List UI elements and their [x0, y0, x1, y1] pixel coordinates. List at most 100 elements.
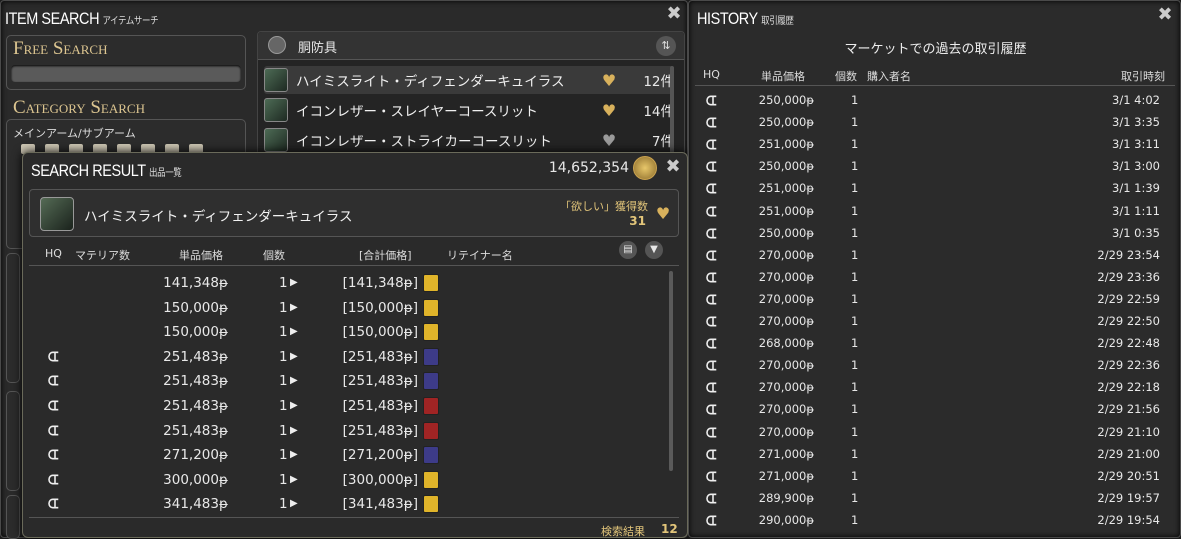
trade-time: 2/29 22:50 — [1097, 314, 1160, 328]
favorite-heart-icon[interactable]: ♥ — [594, 71, 624, 90]
history-row: ᗩ 251,000ᵽ 1 3/1 3:11 — [689, 133, 1181, 155]
hq-icon: ᗩ — [704, 492, 720, 504]
retainer-icon — [423, 421, 439, 440]
quantity: 1 — [851, 203, 859, 218]
close-icon[interactable]: ✖ — [663, 4, 685, 26]
unit-price: 289,900ᵽ — [758, 490, 814, 505]
quantity: 1 — [279, 496, 288, 513]
hq-icon: ᗩ — [704, 249, 720, 261]
unit-price: 150,000ᵽ — [163, 299, 228, 316]
unit-price: 270,000ᵽ — [758, 358, 814, 373]
retainer-icon — [423, 446, 439, 465]
col-total: [合計価格] — [359, 249, 412, 262]
unit-price: 141,348ᵽ — [163, 275, 228, 291]
scrollbar[interactable] — [669, 271, 673, 471]
trade-time: 3/1 3:35 — [1112, 115, 1160, 130]
hq-icon: ᗩ — [46, 473, 62, 485]
favorite-heart-icon[interactable]: ♥ — [648, 204, 678, 223]
trade-time: 2/29 19:57 — [1097, 490, 1160, 505]
quantity: 1 — [851, 490, 859, 505]
search-result-title: SEARCH RESULT 出品一覧 — [31, 161, 182, 181]
item-icon — [264, 98, 288, 122]
item-count: 7件 — [651, 134, 674, 150]
item-count: 14件 — [643, 104, 674, 120]
col-time: 取引時刻 — [1121, 70, 1165, 83]
close-icon[interactable]: ✖ — [1154, 5, 1176, 27]
free-search-input[interactable] — [11, 65, 241, 82]
favorite-heart-icon[interactable]: ♥ — [594, 131, 624, 150]
trade-time: 2/29 20:51 — [1097, 468, 1160, 483]
hq-icon: ᗩ — [46, 449, 62, 461]
unit-price: 271,000ᵽ — [758, 446, 814, 461]
unit-price: 270,000ᵽ — [758, 291, 814, 306]
result-row[interactable]: ᗩ 341,483ᵽ 1 ▶ [341,483ᵽ] — [23, 492, 683, 517]
quantity: 1 — [851, 424, 859, 439]
total-price: [300,000ᵽ] — [342, 471, 418, 488]
total-price: [150,000ᵽ] — [342, 299, 418, 316]
col-hq: HQ — [45, 247, 62, 260]
result-count: 12 — [661, 522, 678, 536]
quantity: 1 — [279, 447, 288, 464]
history-window: HISTORY 取引履歴 ✖ マーケットでの過去の取引履歴 HQ 単品価格 個数 … — [688, 0, 1181, 538]
hq-icon: ᗩ — [46, 498, 62, 510]
retainer-icon — [423, 470, 439, 489]
category-name: 胴防具 — [298, 41, 338, 56]
list-icon[interactable]: ▤ — [619, 241, 637, 259]
item-list-row[interactable]: イコンレザー・スレイヤーコースリット ♥ 14件 — [264, 96, 674, 124]
result-count-label: 検索結果 — [601, 525, 645, 538]
item-icon — [40, 197, 74, 231]
hq-icon: ᗩ — [704, 183, 720, 195]
item-list-row[interactable]: イコンレザー・ストライカーコースリット ♥ 7件 — [264, 126, 674, 154]
result-row[interactable]: 141,348ᵽ 1 ▶ [141,348ᵽ] — [23, 271, 683, 296]
filter-icon[interactable]: ▼ — [645, 241, 663, 259]
quantity: 1 — [851, 115, 859, 130]
list-header: 胴防具 ⇅ — [258, 32, 684, 60]
result-row[interactable]: ᗩ 251,483ᵽ 1 ▶ [251,483ᵽ] — [23, 394, 683, 419]
close-icon[interactable]: ✖ — [662, 157, 684, 179]
col-hq: HQ — [703, 68, 720, 81]
col-unit-price: 単品価格 — [179, 249, 223, 262]
item-list-row[interactable]: ハイミスライト・ディフェンダーキュイラス ♥ 12件 — [264, 66, 674, 94]
sort-icon[interactable]: ⇅ — [656, 36, 676, 56]
unit-price: 290,000ᵽ — [758, 512, 814, 527]
trade-time: 2/29 21:00 — [1097, 446, 1160, 461]
quantity: 1 — [851, 380, 859, 395]
result-row[interactable]: ᗩ 251,483ᵽ 1 ▶ [251,483ᵽ] — [23, 345, 683, 370]
total-price: [251,483ᵽ] — [342, 348, 418, 365]
result-row[interactable]: ᗩ 251,483ᵽ 1 ▶ [251,483ᵽ] — [23, 419, 683, 444]
hq-icon: ᗩ — [704, 338, 720, 349]
hq-icon: ᗩ — [46, 350, 62, 362]
arrow-right-icon: ▶ — [290, 375, 298, 387]
unit-price: 251,483ᵽ — [163, 348, 228, 365]
wish-count: 31 — [629, 214, 646, 228]
col-qty: 個数 — [835, 70, 857, 83]
trade-time: 2/29 21:56 — [1097, 402, 1160, 417]
history-row: ᗩ 271,000ᵽ 1 2/29 21:00 — [689, 443, 1181, 465]
favorite-heart-icon[interactable]: ♥ — [594, 101, 624, 120]
quantity: 1 — [851, 247, 859, 262]
item-name: イコンレザー・ストライカーコースリット — [296, 134, 552, 150]
result-row[interactable]: ᗩ 300,000ᵽ 1 ▶ [300,000ᵽ] — [23, 468, 683, 493]
hq-icon: ᗩ — [46, 400, 62, 411]
trade-time: 2/29 22:36 — [1097, 358, 1160, 373]
trade-time: 2/29 19:54 — [1097, 512, 1160, 527]
result-row[interactable]: 150,000ᵽ 1 ▶ [150,000ᵽ] — [23, 296, 683, 321]
side-tab — [6, 495, 20, 539]
unit-price: 268,000ᵽ — [758, 336, 814, 351]
hq-icon: ᗩ — [704, 316, 720, 327]
history-title-text: HISTORY — [697, 9, 758, 28]
item-icon — [264, 68, 288, 92]
hq-icon: ᗩ — [704, 404, 720, 416]
unit-price: 250,000ᵽ — [758, 115, 814, 130]
quantity: 1 — [851, 314, 859, 328]
quantity: 1 — [279, 299, 288, 316]
result-row[interactable]: ᗩ 271,200ᵽ 1 ▶ [271,200ᵽ] — [23, 443, 683, 468]
history-row: ᗩ 271,000ᵽ 1 2/29 20:51 — [689, 465, 1181, 487]
hq-icon: ᗩ — [704, 448, 720, 460]
total-price: [150,000ᵽ] — [342, 324, 418, 341]
history-row: ᗩ 270,000ᵽ 1 2/29 22:59 — [689, 288, 1181, 310]
result-row[interactable]: ᗩ 251,483ᵽ 1 ▶ [251,483ᵽ] — [23, 369, 683, 394]
result-row[interactable]: 150,000ᵽ 1 ▶ [150,000ᵽ] — [23, 320, 683, 345]
history-row: ᗩ 268,000ᵽ 1 2/29 22:48 — [689, 332, 1181, 354]
col-materia: マテリア数 — [75, 249, 130, 262]
